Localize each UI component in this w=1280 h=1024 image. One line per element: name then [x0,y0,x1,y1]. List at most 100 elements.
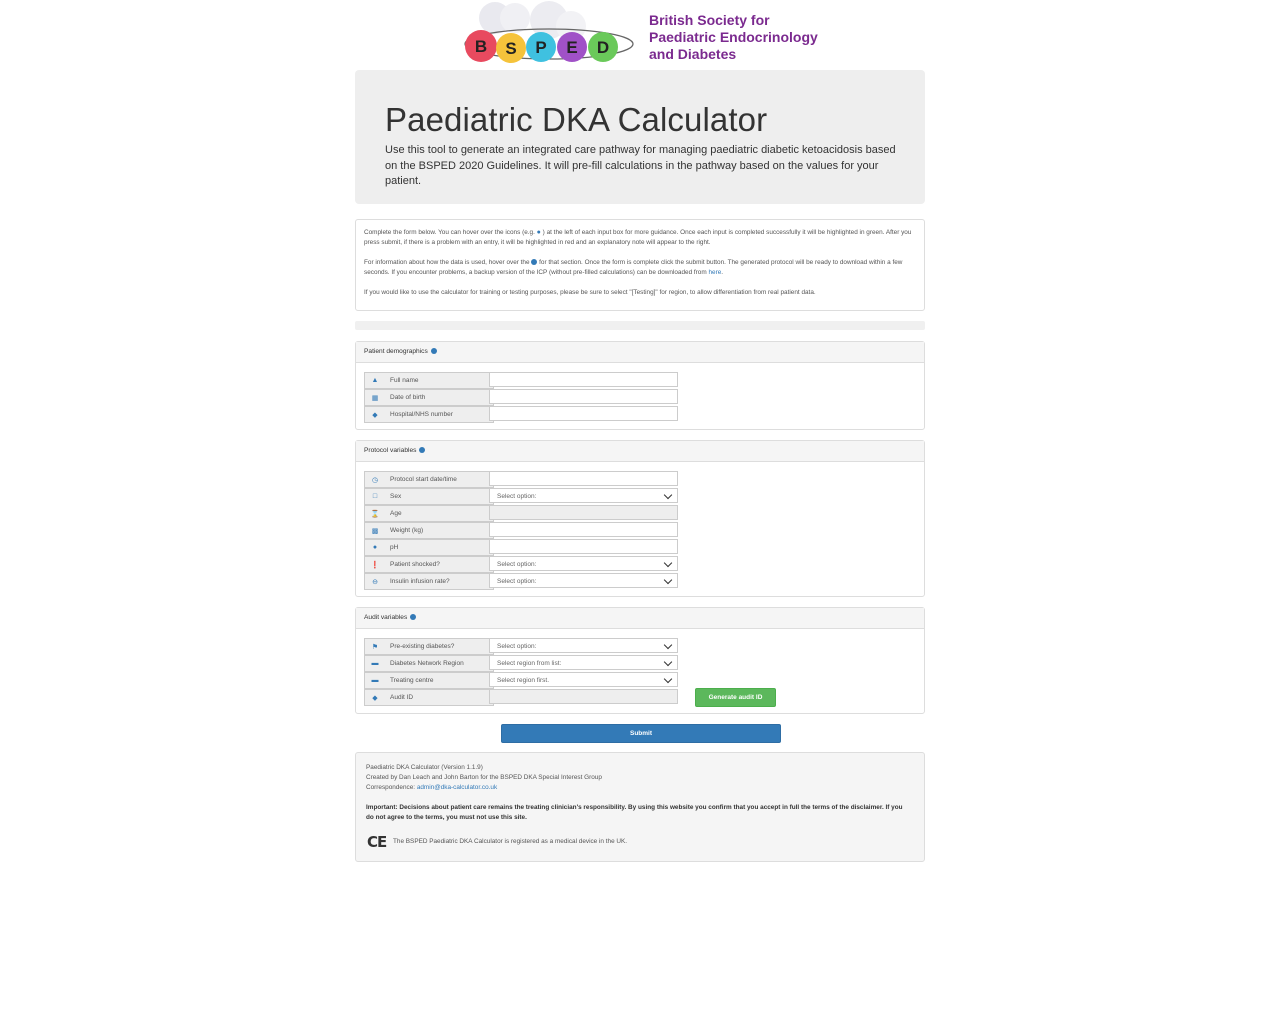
bed-icon[interactable]: ▬ [364,672,386,689]
sex-select[interactable]: Select option: [489,488,678,503]
panel-heading: Patient demographics [356,342,924,363]
form-row: ⌛ Age [364,505,680,522]
field-label: Hospital/NHS number [385,406,494,423]
logo-letter: D [597,38,609,57]
panel-title: Protocol variables [364,447,417,454]
logo-letter: P [535,38,546,57]
field-label: Sex [385,488,494,505]
exclamation-icon[interactable]: ❗ [364,556,386,573]
correspondence-email-link[interactable]: admin@dka-calculator.co.uk [417,784,497,791]
field-label: Weight (kg) [385,522,494,539]
demographics-panel: Patient demographics ▲ Full name ▦ Date … [355,341,925,430]
droplet-icon[interactable]: ● [364,539,386,556]
form-row: ❗ Patient shocked? Select option: [364,556,680,573]
weight-input[interactable] [489,522,678,537]
bed-icon[interactable]: ▬ [364,655,386,672]
form-row: ▩ Weight (kg) [364,522,680,539]
region-select[interactable]: Select region from list: [489,655,678,670]
form-row: ▦ Date of birth [364,389,680,406]
panel-heading: Audit variables [356,608,924,629]
page-title: Paediatric DKA Calculator [385,101,768,138]
field-label: Full name [385,372,494,389]
field-label: Audit ID [385,689,494,706]
field-label: Insulin infusion rate? [385,573,494,590]
credits-text: Created by Dan Leach and John Barton for… [366,774,602,781]
instructions-text: For information about how the data is us… [364,259,530,266]
version-text: Paediatric DKA Calculator (Version 1.1.9… [366,764,483,771]
org-name: British Society for Paediatric Endocrino… [649,12,818,63]
instructions-panel: Complete the form below. You can hover o… [355,219,925,311]
preexisting-diabetes-select[interactable]: Select option: [489,638,678,653]
panel-title: Patient demographics [364,348,428,355]
form-row: ◷ Protocol start date/time [364,471,680,488]
ce-text: The BSPED Paediatric DKA Calculator is r… [393,838,628,845]
clock-icon[interactable]: ◷ [364,471,386,488]
intro-text: Use this tool to generate an integrated … [385,144,896,187]
submit-button[interactable]: Submit [501,724,781,743]
instructions-text: Complete the form below. You can hover o… [364,229,535,236]
field-label: Date of birth [385,389,494,406]
bsped-logo-graphic: B S P E D [464,1,634,63]
protocol-start-input[interactable] [489,471,678,486]
correspondence: Correspondence: admin@dka-calculator.co.… [366,783,497,793]
footer: Paediatric DKA Calculator (Version 1.1.9… [355,752,925,862]
header-jumbotron: Paediatric DKA Calculator Use this tool … [355,70,925,204]
insulin-rate-select[interactable]: Select option: [489,573,678,588]
form-row: ▬ Diabetes Network Region Select region … [364,655,680,672]
important-notice: Important: Decisions about patient care … [366,804,903,821]
bsped-logo: B S P E D British Society for Paediatric… [453,0,833,68]
field-label: Pre-existing diabetes? [385,638,494,655]
panel-heading: Protocol variables [356,441,924,462]
field-label: Age [385,505,494,522]
audit-id-field [489,689,678,704]
form-row: ▲ Full name [364,372,680,389]
square-icon[interactable]: □ [364,488,386,505]
panel-title: Audit variables [364,614,408,621]
user-icon: ● [536,229,541,236]
user-icon[interactable]: ▲ [364,372,386,389]
minus-circle-icon[interactable]: ⊖ [364,573,386,590]
correspondence-label: Correspondence: [366,784,416,791]
field-label: Treating centre [385,672,494,689]
form-row: ▬ Treating centre Select region first. [364,672,680,689]
audit-panel: Audit variables ⚑ Pre-existing diabetes?… [355,607,925,714]
info-icon[interactable] [419,447,426,454]
ce-mark-icon: CE [367,833,387,851]
tag-icon[interactable]: ◆ [364,406,386,423]
calendar-icon[interactable]: ▦ [364,389,386,406]
info-icon[interactable] [430,348,437,355]
backup-icp-link[interactable]: here [708,269,721,276]
info-icon [531,259,538,266]
instructions-text: . [721,269,724,276]
logo-letter: B [475,37,487,56]
hospital-number-input[interactable] [489,406,678,421]
org-name-line: Paediatric Endocrinology [649,29,818,45]
logo-letter: S [505,39,516,58]
form-row: □ Sex Select option: [364,488,680,505]
form-row: ⊖ Insulin infusion rate? Select option: [364,573,680,590]
org-name-line: British Society for [649,12,770,28]
progress-bar [355,321,925,330]
info-icon[interactable] [410,614,417,621]
treating-centre-select[interactable]: Select region first. [489,672,678,687]
field-label: pH [385,539,494,556]
field-label: Patient shocked? [385,556,494,573]
scale-icon[interactable]: ▩ [364,522,386,539]
date-of-birth-input[interactable] [489,389,678,404]
age-field [489,505,678,520]
generate-audit-id-button[interactable]: Generate audit ID [695,688,776,707]
field-label: Protocol start date/time [385,471,494,488]
instructions-paragraph: Complete the form below. You can hover o… [364,228,916,248]
instructions-paragraph: For information about how the data is us… [364,258,916,278]
form-row: ◆ Hospital/NHS number [364,406,680,423]
ph-input[interactable] [489,539,678,554]
protocol-panel: Protocol variables ◷ Protocol start date… [355,440,925,597]
form-row: ● pH [364,539,680,556]
flag-icon[interactable]: ⚑ [364,638,386,655]
field-label: Diabetes Network Region [385,655,494,672]
tags-icon[interactable]: ◆ [364,689,386,706]
org-name-line: and Diabetes [649,46,737,62]
shocked-select[interactable]: Select option: [489,556,678,571]
hourglass-icon[interactable]: ⌛ [364,505,386,522]
full-name-input[interactable] [489,372,678,387]
